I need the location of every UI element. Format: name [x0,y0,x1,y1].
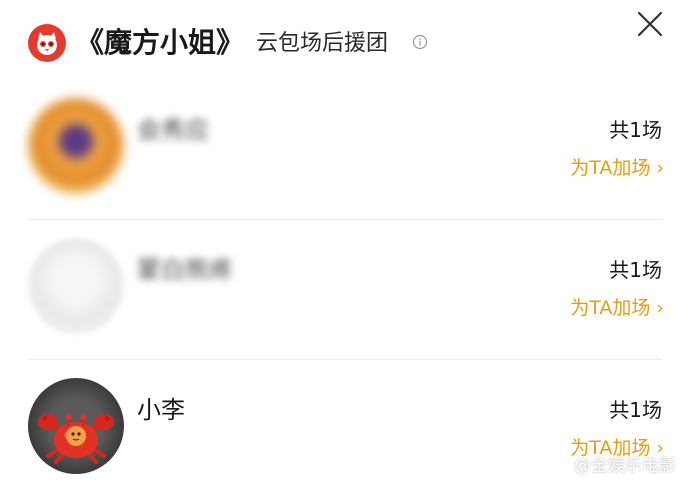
supporter-row: 小李 共1场 为TA加场 › [0,360,690,500]
close-icon[interactable] [634,8,666,40]
cat-eye-logo-icon [28,24,66,62]
avatar[interactable] [28,238,124,334]
add-session-button[interactable]: 为TA加场 › [570,154,664,182]
crab-toy-icon [38,414,114,464]
info-icon[interactable] [412,34,428,50]
supporter-name: 小李 [137,396,185,424]
page-subtitle: 云包场后援团 [256,31,389,56]
session-count: 共1场 [609,258,662,282]
watermark: @全娱乐电影 [574,456,676,476]
supporter-row: 会秀应 共1场 为TA加场 › [0,80,690,220]
supporter-row: 蒙白熊疼 共1场 为TA加场 › [0,220,690,360]
header: 《魔方小姐》 云包场后援团 [0,0,690,84]
supporter-name: 蒙白熊疼 [137,256,233,284]
avatar[interactable] [28,98,124,194]
session-count: 共1场 [609,398,662,422]
add-session-button[interactable]: 为TA加场 › [570,294,664,322]
session-count: 共1场 [609,118,662,142]
page-title: 《魔方小姐》 [76,26,245,59]
avatar[interactable] [28,378,124,474]
supporter-name: 会秀应 [137,116,209,144]
